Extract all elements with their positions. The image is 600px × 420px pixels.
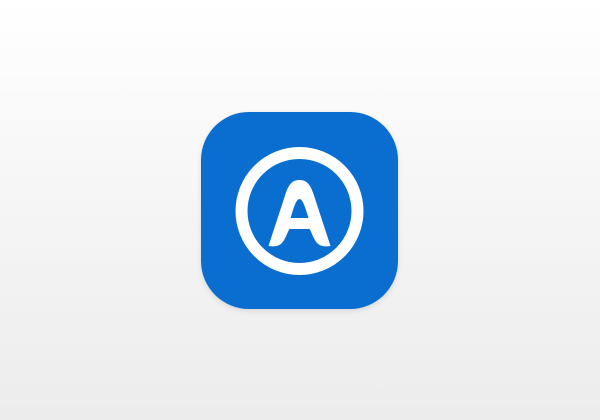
app-icon-background xyxy=(201,112,398,309)
screen-background xyxy=(0,0,600,420)
circled-a-logo-icon xyxy=(201,112,398,309)
app-icon[interactable] xyxy=(201,112,398,309)
